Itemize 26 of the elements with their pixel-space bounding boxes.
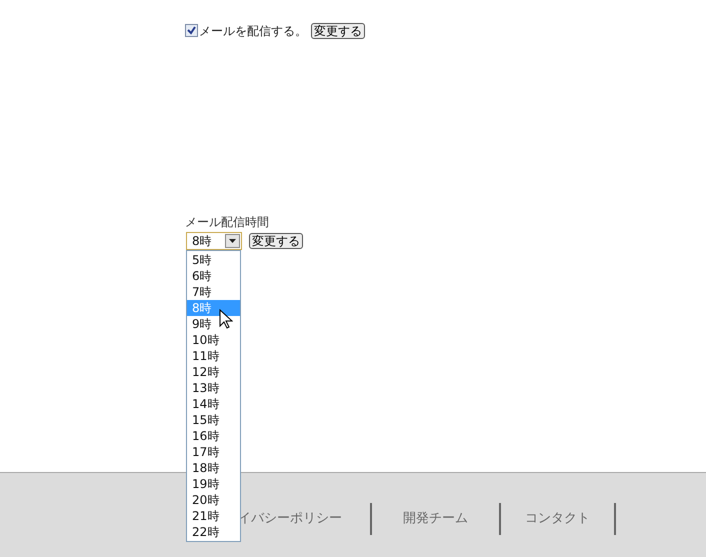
- change-button[interactable]: 変更する: [311, 22, 365, 38]
- checkbox[interactable]: [185, 24, 198, 37]
- dropdown-option[interactable]: 6時: [187, 268, 240, 284]
- mouse-cursor-icon: [219, 309, 233, 329]
- dropdown-option[interactable]: 14時: [187, 396, 240, 412]
- dropdown-option[interactable]: 16時: [187, 428, 240, 444]
- dropdown-option[interactable]: 20時: [187, 492, 240, 508]
- dropdown-option[interactable]: 13時: [187, 380, 240, 396]
- footer-link[interactable]: コンタクト: [525, 509, 590, 529]
- footer-link[interactable]: 開発チーム: [403, 509, 468, 529]
- dropdown-option[interactable]: 21時: [187, 508, 240, 524]
- dropdown-option[interactable]: 5時: [187, 252, 240, 268]
- dropdown-option[interactable]: 15時: [187, 412, 240, 428]
- field-label: メール配信時間: [185, 215, 270, 229]
- checkbox-label: メールを配信する。: [199, 22, 307, 40]
- change-button[interactable]: 変更する: [249, 233, 303, 249]
- hour-select[interactable]: 8時: [186, 232, 242, 250]
- dropdown-option[interactable]: 9時: [187, 316, 240, 332]
- dropdown-option[interactable]: 18時: [187, 460, 240, 476]
- dropdown-option[interactable]: 12時: [187, 364, 240, 380]
- dropdown-option[interactable]: 19時: [187, 476, 240, 492]
- dropdown-option[interactable]: 17時: [187, 444, 240, 460]
- dropdown-option[interactable]: 7時: [187, 284, 240, 300]
- dropdown-option[interactable]: 10時: [187, 332, 240, 348]
- dropdown-option[interactable]: 11時: [187, 348, 240, 364]
- dropdown-option[interactable]: 22時: [187, 524, 240, 540]
